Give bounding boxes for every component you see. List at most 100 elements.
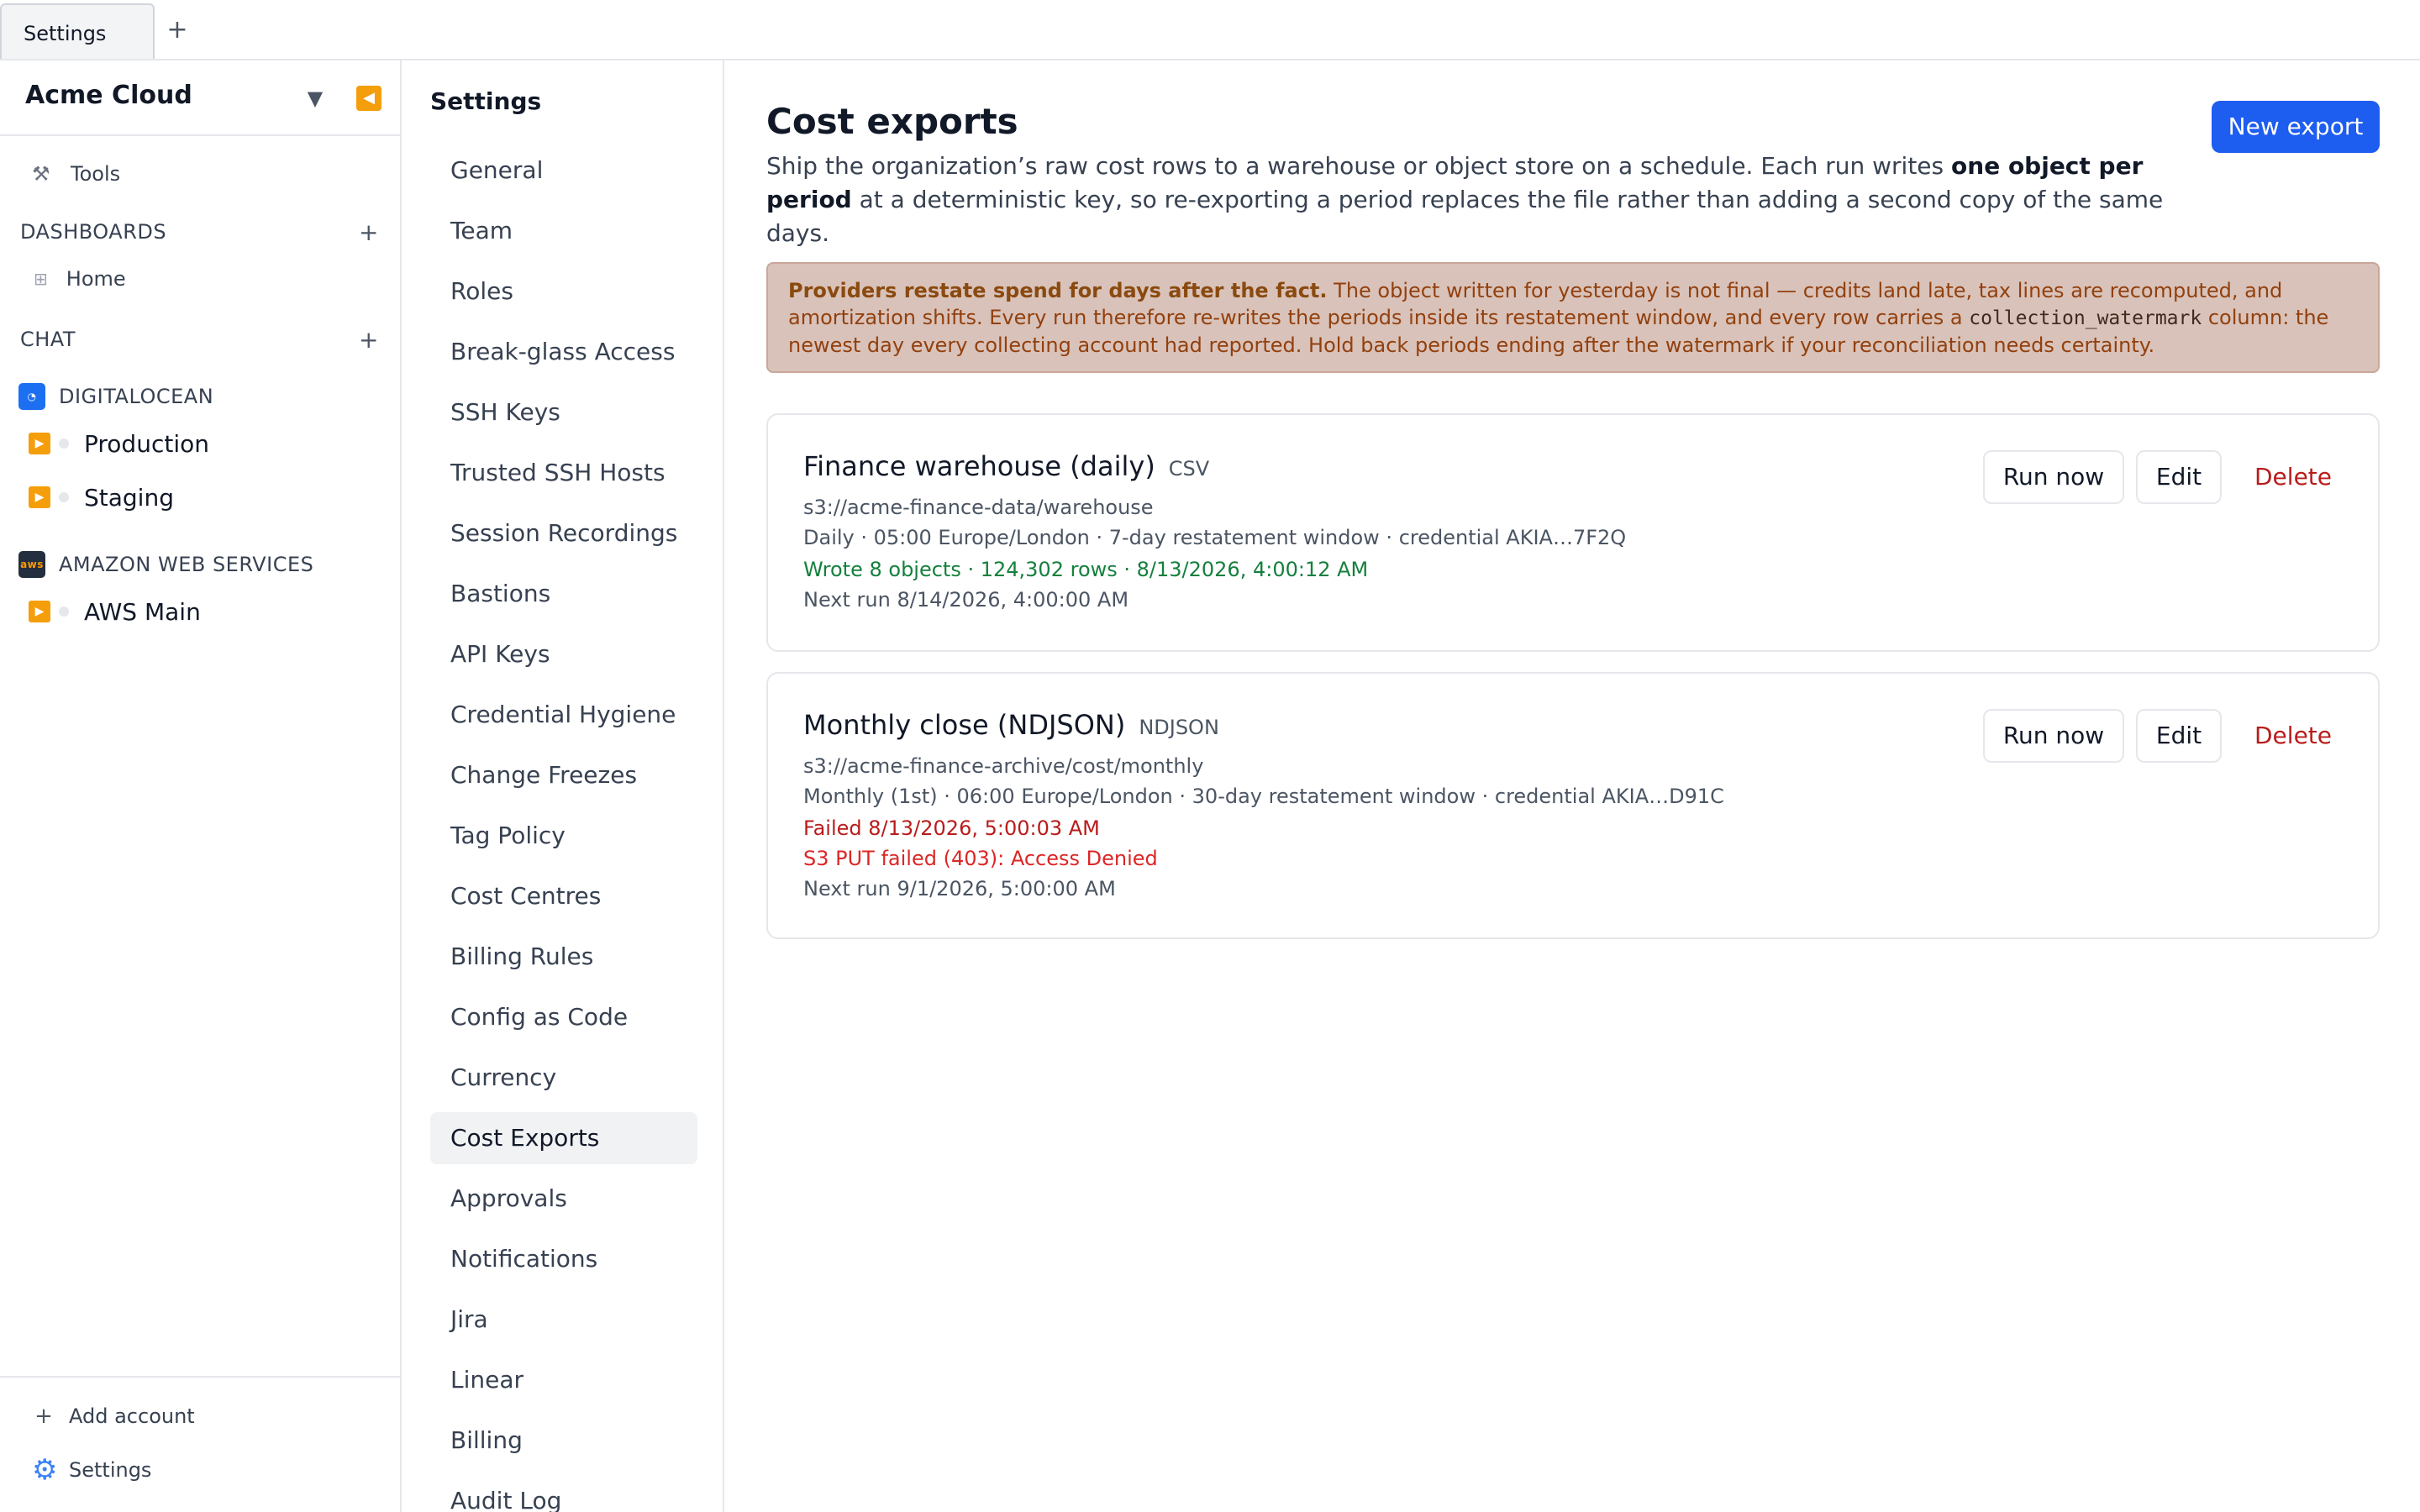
sidebar-item-label: Home: [66, 267, 126, 291]
aws-logo-icon: aws: [18, 551, 45, 578]
gear-icon: ⚙: [32, 1453, 58, 1487]
export-name: Monthly close (NDJSON): [803, 709, 1126, 741]
settings-item-audit-log[interactable]: Audit Log: [430, 1475, 697, 1512]
run-now-button[interactable]: Run now: [1983, 709, 2124, 763]
export-schedule: Monthly (1st) · 06:00 Europe/London · 30…: [803, 785, 1724, 808]
settings-item-bastions[interactable]: Bastions: [430, 568, 697, 620]
run-now-button[interactable]: Run now: [1983, 450, 2124, 504]
tools-icon: ⚒: [32, 162, 50, 186]
export-name: Finance warehouse (daily): [803, 450, 1155, 482]
export-destination: s3://acme-finance-archive/cost/monthly: [803, 754, 1204, 778]
provider-name: AMAZON WEB SERVICES: [59, 553, 314, 576]
export-error: S3 PUT failed (403): Access Denied: [803, 847, 1158, 870]
add-dashboard-plus-icon[interactable]: +: [356, 218, 381, 246]
collapse-left-icon[interactable]: ◀: [356, 86, 381, 111]
export-schedule: Daily · 05:00 Europe/London · 7-day rest…: [803, 526, 1627, 549]
description-text: Ship the organization’s raw cost rows to…: [766, 152, 1952, 180]
settings-item-cost-centres[interactable]: Cost Centres: [430, 870, 697, 922]
chat-heading: CHAT: [20, 328, 76, 351]
export-status: Wrote 8 objects · 124,302 rows · 8/13/20…: [803, 558, 1369, 581]
export-card: Finance warehouse (daily) CSV s3://acme-…: [766, 413, 2380, 652]
provider-digitalocean[interactable]: ◔ DIGITALOCEAN: [18, 380, 213, 413]
add-account-button[interactable]: + Add account: [32, 1399, 195, 1433]
settings-nav: Settings General Team Roles Break-glass …: [403, 60, 724, 1512]
dashboards-section: DASHBOARDS +: [20, 215, 381, 249]
restatement-warning: Providers restate spend for days after t…: [766, 262, 2380, 373]
account-name: Staging: [84, 483, 174, 512]
description-text: at a deterministic key, so re-exporting …: [766, 186, 2164, 247]
sidebar-item-label: Tools: [71, 162, 121, 186]
settings-link-label: Settings: [69, 1458, 152, 1482]
export-status: Failed 8/13/2026, 5:00:03 AM: [803, 816, 1100, 840]
export-title: Monthly close (NDJSON) NDJSON: [803, 709, 1219, 741]
account-item[interactable]: ▶ AWS Main: [29, 593, 201, 630]
main-content: Cost exports New export Ship the organiz…: [726, 60, 2420, 1512]
settings-item-credential-hygiene[interactable]: Credential Hygiene: [430, 689, 697, 741]
delete-button[interactable]: Delete: [2230, 450, 2356, 504]
export-title: Finance warehouse (daily) CSV: [803, 450, 1209, 482]
settings-item-currency[interactable]: Currency: [430, 1052, 697, 1104]
settings-item-general[interactable]: General: [430, 144, 697, 197]
chat-section: CHAT +: [20, 323, 381, 356]
settings-item-ssh-keys[interactable]: SSH Keys: [430, 386, 697, 438]
export-format-badge: NDJSON: [1139, 716, 1219, 739]
status-dot: [59, 492, 69, 502]
settings-item-config-as-code[interactable]: Config as Code: [430, 991, 697, 1043]
sidebar-footer: + Add account ⚙ Settings: [0, 1376, 400, 1512]
delete-button[interactable]: Delete: [2230, 709, 2356, 763]
org-name[interactable]: Acme Cloud: [25, 81, 192, 110]
page-description: Ship the organization’s raw cost rows to…: [766, 150, 2195, 250]
export-card: Monthly close (NDJSON) NDJSON s3://acme-…: [766, 672, 2380, 939]
settings-item-roles[interactable]: Roles: [430, 265, 697, 318]
tab-label: Settings: [24, 22, 107, 45]
export-destination: s3://acme-finance-data/warehouse: [803, 496, 1154, 519]
sidebar-item-tools[interactable]: ⚒ Tools: [32, 157, 120, 191]
settings-item-break-glass-access[interactable]: Break-glass Access: [430, 326, 697, 378]
new-tab-plus-icon[interactable]: +: [165, 13, 190, 47]
dashboards-heading: DASHBOARDS: [20, 220, 167, 244]
settings-item-billing[interactable]: Billing: [430, 1415, 697, 1467]
grid-icon: ⊞: [34, 269, 48, 289]
new-export-button[interactable]: New export: [2212, 101, 2380, 153]
settings-item-approvals[interactable]: Approvals: [430, 1173, 697, 1225]
settings-item-team[interactable]: Team: [430, 205, 697, 257]
settings-item-tag-policy[interactable]: Tag Policy: [430, 810, 697, 862]
settings-link[interactable]: ⚙ Settings: [32, 1453, 151, 1487]
plus-icon: +: [34, 1404, 53, 1429]
account-item[interactable]: ▶ Production: [29, 425, 209, 462]
add-account-label: Add account: [69, 1404, 195, 1428]
settings-item-api-keys[interactable]: API Keys: [430, 628, 697, 680]
digitalocean-logo-icon: ◔: [18, 383, 45, 410]
play-icon: ▶: [29, 433, 50, 454]
settings-item-cost-exports[interactable]: Cost Exports: [430, 1112, 697, 1164]
status-dot: [59, 438, 69, 449]
status-dot: [59, 606, 69, 617]
org-header: Acme Cloud ▼ ◀: [0, 60, 400, 136]
sidebar-item-home[interactable]: ⊞ Home: [34, 262, 126, 296]
triangle-down-icon[interactable]: ▼: [302, 86, 328, 111]
export-next-run: Next run 9/1/2026, 5:00:00 AM: [803, 877, 1116, 900]
edit-button[interactable]: Edit: [2136, 709, 2222, 763]
settings-item-jira[interactable]: Jira: [430, 1294, 697, 1346]
settings-item-trusted-ssh-hosts[interactable]: Trusted SSH Hosts: [430, 447, 697, 499]
settings-item-notifications[interactable]: Notifications: [430, 1233, 697, 1285]
add-chat-plus-icon[interactable]: +: [356, 326, 381, 354]
account-name: AWS Main: [84, 597, 201, 626]
settings-item-linear[interactable]: Linear: [430, 1354, 697, 1406]
tab-settings[interactable]: Settings: [0, 3, 155, 59]
settings-item-change-freezes[interactable]: Change Freezes: [430, 749, 697, 801]
tab-bar: Settings +: [0, 0, 2420, 60]
provider-name: DIGITALOCEAN: [59, 385, 214, 408]
warning-title: Providers restate spend for days after t…: [788, 279, 1328, 302]
settings-item-session-recordings[interactable]: Session Recordings: [430, 507, 697, 559]
edit-button[interactable]: Edit: [2136, 450, 2222, 504]
settings-nav-title: Settings: [430, 87, 542, 115]
warning-code: collection_watermark: [1969, 307, 2202, 329]
settings-item-billing-rules[interactable]: Billing Rules: [430, 931, 697, 983]
play-icon: ▶: [29, 486, 50, 508]
export-next-run: Next run 8/14/2026, 4:00:00 AM: [803, 588, 1129, 612]
account-item[interactable]: ▶ Staging: [29, 479, 174, 516]
account-name: Production: [84, 429, 209, 458]
provider-aws[interactable]: aws AMAZON WEB SERVICES: [18, 548, 313, 581]
export-format-badge: CSV: [1168, 457, 1210, 480]
